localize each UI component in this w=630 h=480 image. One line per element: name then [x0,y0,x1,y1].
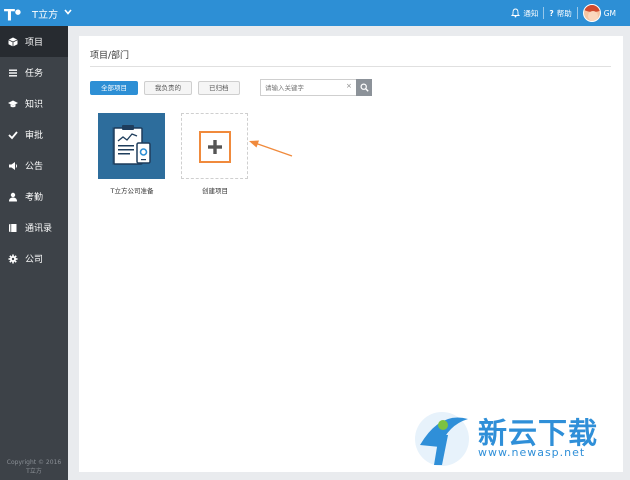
app-logo[interactable]: T● [4,3,22,24]
search-icon [360,83,369,92]
sidebar-item-contacts[interactable]: 通讯录 [0,212,68,243]
app-title[interactable]: T立方 [32,6,58,21]
sidebar-item-approval[interactable]: 审批 [0,119,68,150]
project-card[interactable] [98,113,165,179]
arrow-annotation-icon [249,140,293,157]
sidebar-item-label: 知识 [25,100,44,110]
check-icon [8,130,18,139]
sidebar-item-label: 通讯录 [25,224,53,234]
sidebar-item-label: 任务 [25,69,44,79]
help-icon: ? [549,8,554,18]
bell-icon [511,8,521,18]
sidebar-item-label: 项目 [25,38,44,48]
search-box: × [260,79,372,96]
sidebar-item-tasks[interactable]: 任务 [0,57,68,88]
sidebar-item-label: 考勤 [25,193,44,203]
book-icon [9,223,17,232]
page-title: 项目/部门 [90,51,130,61]
list-icon [9,69,17,76]
filter-my-projects[interactable]: 我负责的 [144,81,192,95]
create-project-button[interactable] [199,131,231,163]
cube-icon [8,37,18,46]
sidebar: 项目 任务 知识 审批 公告 考勤 通讯录 公司 Copyright © 201… [0,26,68,480]
search-button[interactable] [356,79,372,96]
top-bar: T● T立方 通知 ? 帮助 GM [0,0,630,26]
project-name[interactable]: T立方公司准备 [93,185,171,195]
filter-archived[interactable]: 已归档 [198,81,240,95]
filter-tabs: 全部项目 我负责的 已归档 [90,81,240,95]
project-icon [112,125,151,165]
sidebar-item-label: 审批 [25,131,44,141]
copyright: Copyright © 2016 T立方 [6,459,62,475]
sidebar-item-announcements[interactable]: 公告 [0,150,68,181]
user-menu[interactable]: GM [578,0,630,26]
clear-icon[interactable]: × [346,82,352,90]
gear-icon [8,254,18,263]
sidebar-item-projects[interactable]: 项目 [0,26,68,57]
watermark-url: www.newasp.net [478,446,586,459]
search-input[interactable] [260,79,356,96]
create-project-card[interactable] [181,113,248,179]
sidebar-item-knowledge[interactable]: 知识 [0,88,68,119]
divider [90,66,611,67]
megaphone-icon [9,161,18,170]
chevron-down-icon[interactable] [63,7,73,17]
user-icon [9,192,17,201]
avatar [582,4,601,22]
help-button[interactable]: ? 帮助 [544,0,576,26]
graduation-cap-icon [8,100,18,107]
create-project-label[interactable]: 创建项目 [179,185,251,195]
sidebar-item-attendance[interactable]: 考勤 [0,181,68,212]
user-name: GM [603,8,616,18]
sidebar-item-label: 公司 [25,255,44,265]
notify-button[interactable]: 通知 [506,0,543,26]
plus-icon [208,140,222,154]
notify-label: 通知 [523,8,539,18]
sidebar-item-label: 公告 [25,162,44,172]
help-label: 帮助 [556,8,572,18]
sidebar-item-company[interactable]: 公司 [0,243,68,274]
filter-all-projects[interactable]: 全部项目 [90,81,138,95]
